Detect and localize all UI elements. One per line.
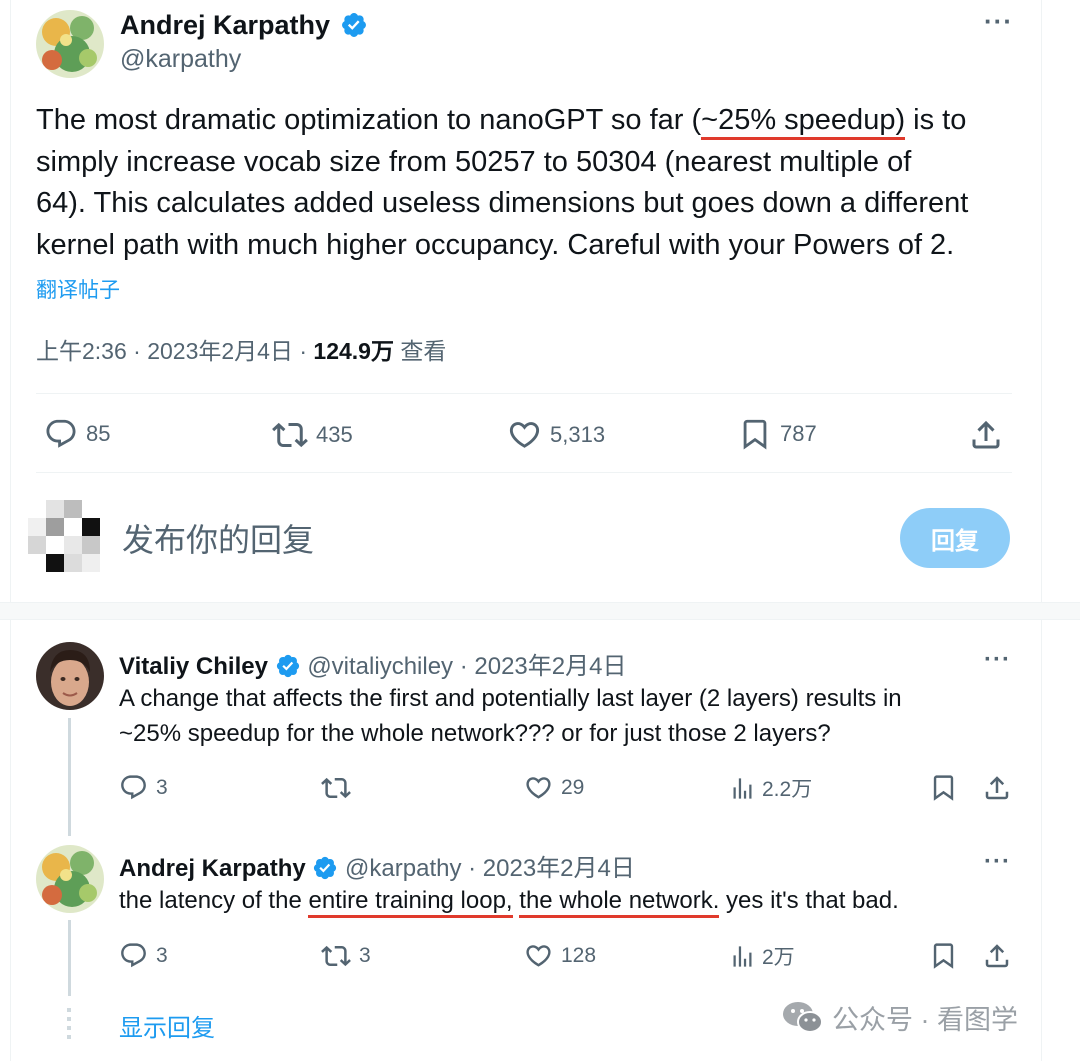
reply-text: A change that affects the first and pote… <box>119 681 902 751</box>
like-button[interactable]: 5,313 <box>507 417 605 452</box>
like-icon <box>526 945 551 967</box>
retweet-count: 435 <box>316 422 353 447</box>
like-count: 128 <box>561 943 597 967</box>
author-name[interactable]: Andrej Karpathy <box>119 855 306 882</box>
share-icon <box>972 420 1000 449</box>
reply-icon <box>46 419 76 448</box>
like-icon <box>509 422 540 448</box>
author-handle[interactable]: @karpathy <box>120 45 241 74</box>
tweet-text-part: The most dramatic optimization to nanoGP… <box>36 104 702 136</box>
verified-icon <box>341 12 366 37</box>
like-button[interactable]: 29 <box>524 773 584 802</box>
author-name[interactable]: Andrej Karpathy <box>120 10 330 40</box>
tweet-text-line: simply increase vocab size from 50257 to… <box>36 145 912 178</box>
reply-input[interactable]: 发布你的回复 <box>122 515 314 561</box>
reply-text-line: A change that affects the first and pote… <box>119 685 902 712</box>
reply-icon <box>121 943 146 968</box>
tweet-text-part: is to <box>905 104 967 136</box>
reply-date[interactable]: · 2023年2月4日 <box>453 653 627 680</box>
translate-link[interactable]: 翻译帖子 <box>36 274 120 304</box>
more-icon[interactable]: ··· <box>984 8 1013 34</box>
author-name[interactable]: Vitaliy Chiley <box>119 653 268 680</box>
watermark: 公众号 · 看图学 <box>782 998 1018 1037</box>
bookmark-icon <box>933 943 954 969</box>
retweet-button[interactable]: 435 <box>272 417 353 453</box>
reply-text: the latency of the entire training loop,… <box>119 883 899 918</box>
bookmark-icon <box>933 775 954 801</box>
view-count: 124.9万 <box>313 338 394 364</box>
views-button[interactable]: 2万 <box>729 941 795 971</box>
reply-text-highlight: the whole network. <box>519 887 720 918</box>
bookmark-count: 787 <box>780 421 817 446</box>
share-button[interactable] <box>968 417 1004 453</box>
reply-text-part: yes it's that bad. <box>719 887 899 914</box>
show-replies-link[interactable]: 显示回复 <box>119 1008 215 1043</box>
tweet-time[interactable]: 上午2:36 · 2023年2月4日 · <box>36 338 313 364</box>
reply-button[interactable]: 3 <box>119 773 168 802</box>
tweet-text-highlight: ~25% speedup) <box>701 104 906 140</box>
retweet-count: 3 <box>359 944 371 967</box>
retweet-icon <box>321 777 351 799</box>
bookmark-button[interactable] <box>929 773 958 802</box>
divider <box>36 393 1012 394</box>
views-count: 2万 <box>762 946 795 969</box>
share-button[interactable] <box>982 773 1012 803</box>
tweet-meta: 上午2:36 · 2023年2月4日 · 124.9万 查看 <box>36 332 446 366</box>
retweet-button[interactable]: 3 <box>321 941 371 971</box>
bookmark-icon <box>743 419 767 450</box>
more-icon[interactable]: ··· <box>984 850 1011 874</box>
reply-text-part: the latency of the <box>119 887 309 914</box>
like-button[interactable]: 128 <box>524 941 596 970</box>
reply-count: 3 <box>156 775 168 799</box>
section-divider <box>0 602 1080 620</box>
retweet-icon <box>272 422 308 448</box>
thread-dots <box>67 1008 71 1044</box>
reply-icon <box>121 775 146 800</box>
reply-button[interactable]: 3 <box>119 941 168 970</box>
retweet-icon <box>321 945 351 967</box>
share-icon <box>985 776 1009 800</box>
avatar[interactable] <box>36 642 104 710</box>
share-button[interactable] <box>982 941 1012 971</box>
bookmark-button[interactable]: 787 <box>738 417 817 451</box>
share-icon <box>985 944 1009 968</box>
tweet-text-line: 64). This calculates added useless dimen… <box>36 187 969 219</box>
divider <box>36 472 1012 473</box>
avatar <box>28 500 100 572</box>
views-icon <box>733 777 752 799</box>
reply-button[interactable]: 85 <box>44 417 110 451</box>
author-handle[interactable]: @karpathy <box>345 855 461 882</box>
bookmark-button[interactable] <box>929 941 958 970</box>
tweet-text-line: kernel path with much higher occupancy. … <box>36 228 955 261</box>
reply-count: 85 <box>86 421 111 446</box>
verified-icon <box>276 654 299 677</box>
watermark-text: 公众号 · 看图学 <box>832 1005 1018 1035</box>
views-icon <box>733 945 752 967</box>
verified-icon <box>314 856 337 879</box>
thread-line <box>68 920 71 996</box>
reply-text-line: ~25% speedup for the whole network??? or… <box>119 720 831 747</box>
reply-text-highlight: entire training loop, <box>308 887 513 918</box>
author-handle[interactable]: @vitaliychiley <box>307 653 453 680</box>
avatar[interactable] <box>36 10 104 78</box>
more-icon[interactable]: ··· <box>984 648 1011 672</box>
reply-date[interactable]: · 2023年2月4日 <box>461 855 635 882</box>
reply-count: 3 <box>156 943 168 967</box>
like-icon <box>526 777 551 799</box>
views-count: 2.2万 <box>762 778 813 801</box>
avatar[interactable] <box>36 845 104 913</box>
retweet-button[interactable] <box>321 773 359 803</box>
like-count: 29 <box>561 775 585 799</box>
thread-line <box>68 718 71 836</box>
reply-submit-button[interactable]: 回复 <box>900 508 1010 568</box>
tweet-text: The most dramatic optimization to nanoGP… <box>36 100 1026 266</box>
wechat-icon <box>783 1001 823 1033</box>
views-button[interactable]: 2.2万 <box>729 773 812 803</box>
like-count: 5,313 <box>550 421 606 447</box>
views-label: 查看 <box>393 338 447 364</box>
